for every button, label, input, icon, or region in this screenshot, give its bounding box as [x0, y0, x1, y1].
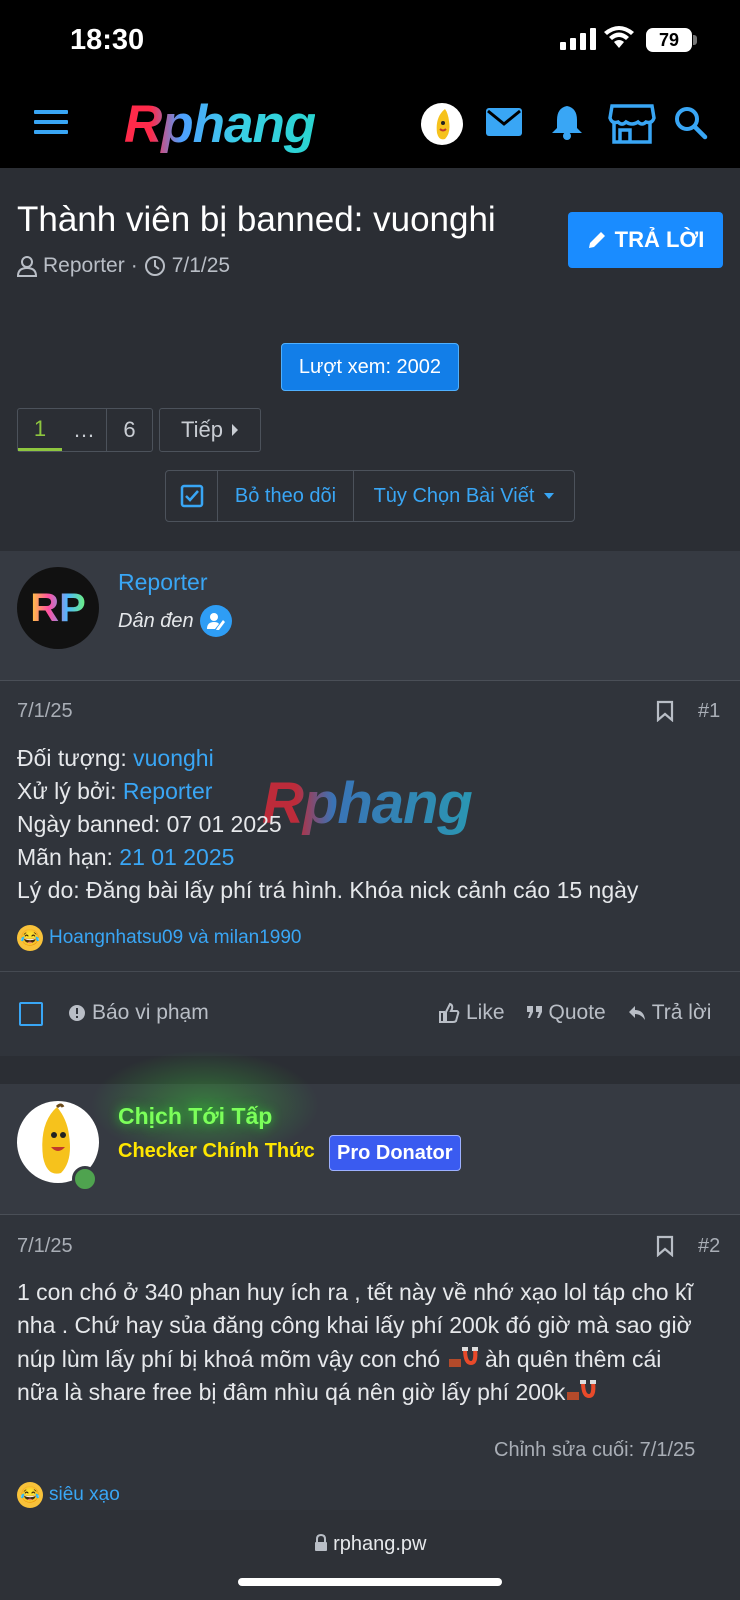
page-jump-button[interactable]: … — [62, 409, 106, 451]
hamburger-menu-icon[interactable] — [34, 108, 68, 141]
post-1-line-reason: Lý do: Đăng bài lấy phí trá hình. Khóa n… — [17, 877, 639, 903]
thread-title: Thành viên bị banned: vuonghi — [17, 200, 496, 239]
thread-meta: Reporter · 7/1/25 — [17, 254, 230, 278]
post-1-line-target: Đối tượng: vuonghi — [17, 745, 214, 771]
post-1-user-block — [0, 551, 740, 681]
chevron-down-icon — [544, 493, 555, 499]
next-page-label: Tiếp — [181, 417, 223, 442]
post-2-user-title: Checker Chính Thức — [118, 1140, 315, 1162]
like-button[interactable]: Like — [438, 1001, 505, 1025]
reply-button-label: TRẢ LỜI — [614, 227, 705, 252]
quote-icon — [526, 1006, 542, 1018]
lock-icon — [314, 1533, 327, 1551]
post-1-line-ban-date: Ngày banned: 07 01 2025 — [17, 811, 282, 837]
sticker-icon — [565, 1378, 597, 1404]
warning-icon — [69, 1005, 85, 1021]
reply-arrow-icon — [628, 1006, 645, 1020]
meta-separator: · — [130, 254, 138, 277]
report-label: Báo vi phạm — [92, 1001, 209, 1024]
online-status-icon — [72, 1166, 98, 1192]
post-2-username[interactable]: Chịch Tới Tấp — [118, 1103, 272, 1130]
thread-date[interactable]: 7/1/25 — [172, 254, 230, 278]
report-button[interactable]: Báo vi phạm — [68, 1001, 209, 1025]
wifi-icon — [604, 26, 634, 55]
post-2-number[interactable]: #2 — [698, 1235, 720, 1258]
caret-right-icon — [231, 424, 238, 436]
reply-post-button[interactable]: Trả lời — [628, 1001, 711, 1025]
post-1-line-handler: Xử lý bởi: Reporter — [17, 778, 213, 804]
url-text: rphang.pw — [333, 1533, 427, 1555]
watermark-logo: Rphang — [262, 771, 473, 836]
bookmark-icon[interactable] — [656, 700, 674, 727]
quote-button[interactable]: Quote — [526, 1001, 606, 1025]
laughing-emoji-icon: 😂 — [17, 1482, 43, 1508]
post-1-line-expiry: Mãn hạn: 21 01 2025 — [17, 844, 235, 870]
thread-options-label: Tùy Chọn Bài Viết — [373, 484, 535, 507]
laughing-emoji-icon: 😂 — [17, 925, 43, 951]
post-2-line-1: 1 con chó ở 340 phan huy ích ra , tết nà… — [17, 1279, 693, 1305]
post-1-reaction-users[interactable]: Hoangnhatsu09 và milan1990 — [49, 927, 301, 949]
post-1-avatar[interactable]: RP — [17, 567, 99, 649]
pagination: 1 … 6 — [17, 408, 153, 452]
post-1-reactions[interactable]: 😂 Hoangnhatsu09 và milan1990 — [17, 925, 301, 951]
url-field[interactable]: rphang.pw — [0, 1533, 740, 1556]
post-1-date[interactable]: 7/1/25 — [17, 700, 73, 723]
post-1-number[interactable]: #1 — [698, 700, 720, 723]
post-2-line-4: nữa là share free bị đâm nhìu qá nên giờ… — [17, 1378, 597, 1406]
home-indicator[interactable] — [238, 1578, 502, 1586]
post-1-user-title: Dân đen — [118, 605, 232, 637]
unwatch-button[interactable]: Bỏ theo dõi — [218, 471, 354, 521]
search-icon[interactable] — [674, 106, 708, 145]
reply-button[interactable]: TRẢ LỜI — [568, 212, 723, 268]
battery-tip — [693, 35, 697, 45]
post-2-reactions[interactable]: 😂 siêu xạo — [17, 1482, 120, 1508]
post-1-actions: Like Quote Trả lời — [438, 1001, 711, 1025]
handler-user-link[interactable]: Reporter — [123, 778, 212, 804]
next-page-button[interactable]: Tiếp — [159, 408, 261, 452]
post-2-line-2: nha . Chứ hay sủa đăng công khai lấy phí… — [17, 1312, 692, 1338]
post-2-edited-note: Chỉnh sửa cuối: 7/1/25 — [494, 1439, 696, 1461]
thread-tools-bar: Bỏ theo dõi Tùy Chọn Bài Viết — [165, 470, 575, 522]
bookmark-icon[interactable] — [656, 1235, 674, 1262]
store-icon[interactable] — [608, 102, 656, 149]
page-6-link[interactable]: 6 — [106, 409, 152, 451]
battery-icon: 79 — [646, 28, 692, 52]
thread-author[interactable]: Reporter — [43, 254, 125, 278]
post-select-checkbox[interactable] — [19, 1002, 43, 1026]
post-2-reaction-users[interactable]: siêu xạo — [49, 1484, 120, 1506]
mail-icon[interactable] — [486, 108, 522, 141]
signal-icon — [560, 28, 596, 50]
pro-donator-badge: Pro Donator — [329, 1135, 461, 1171]
sticker-icon — [447, 1345, 479, 1371]
checkbox-icon — [180, 484, 203, 508]
page-1-link[interactable]: 1 — [18, 409, 62, 451]
target-user-link[interactable]: vuonghi — [133, 745, 214, 771]
user-icon — [17, 256, 37, 277]
expiry-date-link[interactable]: 21 01 2025 — [119, 844, 234, 870]
post-2-line-3: núp lùm lấy phí bị khoá mõm vậy con chó … — [17, 1345, 662, 1372]
views-badge: Lượt xem: 2002 — [281, 343, 459, 391]
verified-user-icon — [199, 605, 232, 637]
status-time: 18:30 — [70, 24, 145, 56]
user-avatar-icon[interactable] — [421, 103, 463, 145]
clock-icon — [144, 256, 165, 276]
bell-icon[interactable] — [550, 104, 584, 145]
thread-options-dropdown[interactable]: Tùy Chọn Bài Viết — [354, 471, 574, 521]
pencil-icon — [588, 232, 605, 248]
site-logo[interactable]: Rphang — [124, 94, 316, 155]
post-2-date[interactable]: 7/1/25 — [17, 1235, 73, 1258]
thumbs-up-icon — [439, 1002, 460, 1023]
select-posts-button[interactable] — [166, 471, 218, 521]
post-1-username[interactable]: Reporter — [118, 569, 207, 596]
